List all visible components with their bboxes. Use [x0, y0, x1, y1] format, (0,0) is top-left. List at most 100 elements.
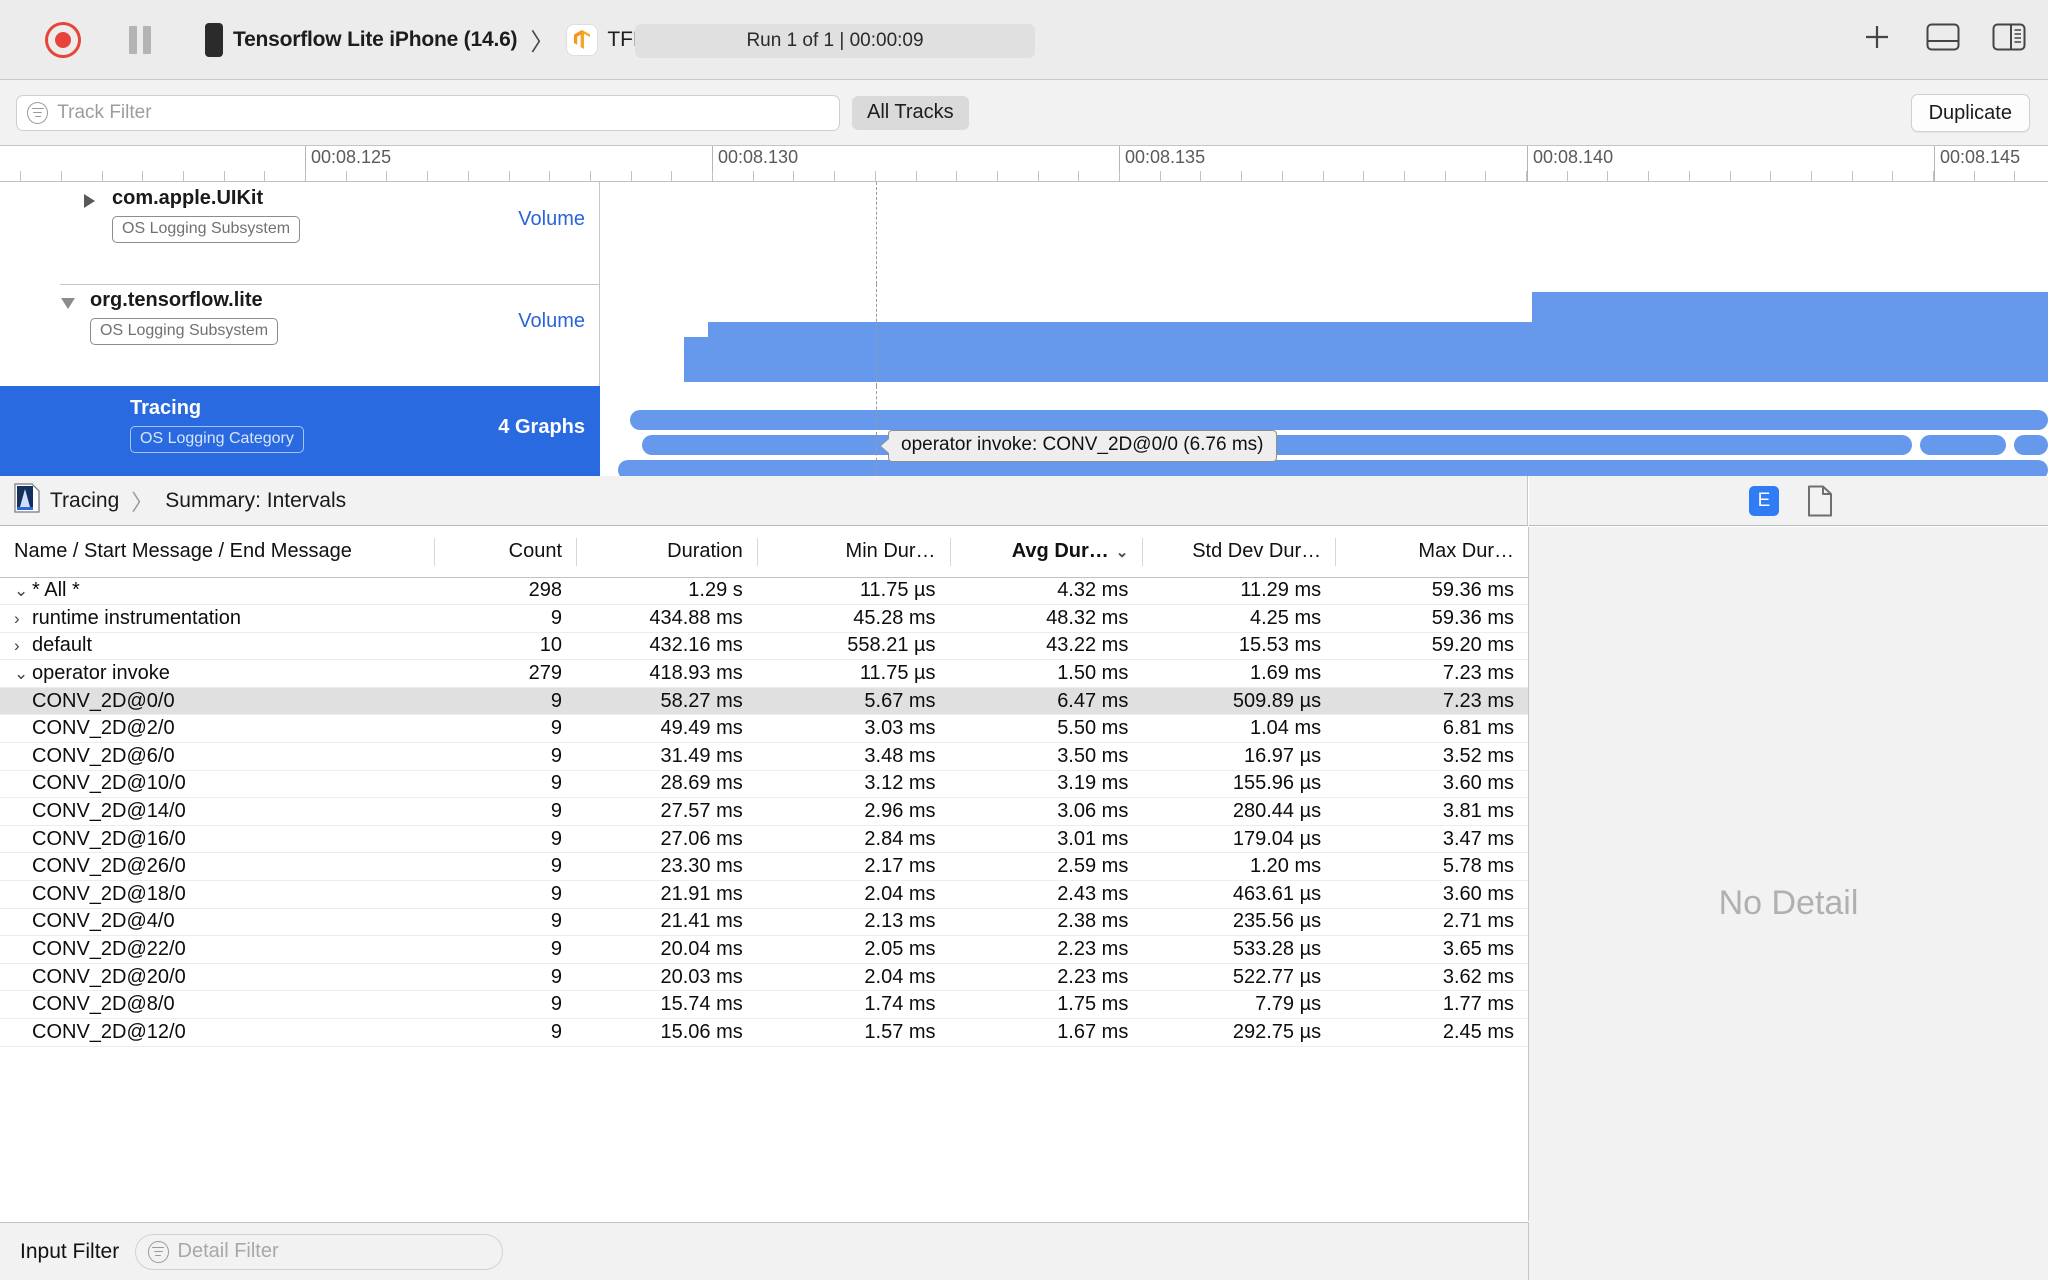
row-avg-duration-cell: 3.06 ms [949, 797, 1143, 826]
table-row[interactable]: CONV_2D@14/0 9 27.57 ms 2.96 ms 3.06 ms 280.4… [0, 797, 1528, 826]
interval-bar[interactable] [2014, 435, 2048, 455]
detail-filter-input[interactable] [177, 1240, 491, 1263]
all-tracks-button[interactable]: All Tracks [852, 95, 969, 130]
table-row[interactable]: CONV_2D@18/0 9 21.91 ms 2.04 ms 2.43 ms 463.6… [0, 880, 1528, 909]
row-name-cell[interactable]: CONV_2D@18/0 [0, 880, 434, 909]
row-name-cell[interactable]: › default [0, 632, 434, 661]
row-name-cell[interactable]: CONV_2D@8/0 [0, 990, 434, 1019]
column-header-name[interactable]: Name / Start Message / End Message [0, 527, 434, 578]
right-sidebar-icon[interactable] [1992, 20, 2026, 54]
playhead-marker[interactable] [876, 386, 877, 476]
table-row[interactable]: › default 10 432.16 ms 558.21 µs 43.22 ms 15.5… [0, 632, 1528, 661]
row-name-cell[interactable]: › runtime instrumentation [0, 604, 434, 633]
column-header-duration[interactable]: Duration [576, 527, 757, 578]
row-name-cell[interactable]: CONV_2D@14/0 [0, 797, 434, 826]
extension-badge-icon[interactable]: E [1749, 485, 1779, 516]
row-min-duration-cell: 3.03 ms [756, 714, 950, 744]
table-row[interactable]: CONV_2D@22/0 9 20.04 ms 2.05 ms 2.23 ms 533.2… [0, 935, 1528, 964]
row-duration-cell: 23.30 ms [576, 852, 757, 882]
document-icon[interactable] [1807, 485, 1833, 517]
breadcrumb-leaf[interactable]: Summary: Intervals [165, 489, 346, 513]
track-row-tracing[interactable]: Tracing OS Logging Category 4 Graphs ope… [0, 386, 2048, 476]
row-name-cell[interactable]: ⌄ * All * [0, 577, 434, 606]
tracks-area: com.apple.UIKit OS Logging Subsystem Vol… [0, 182, 2048, 476]
row-name-cell[interactable]: CONV_2D@4/0 [0, 908, 434, 937]
interval-bar[interactable] [630, 410, 2048, 430]
row-min-duration-cell: 2.17 ms [756, 852, 950, 882]
volume-bar-segment[interactable] [684, 337, 708, 382]
duplicate-button[interactable]: Duplicate [1910, 94, 2030, 132]
track-value-label: Volume [518, 208, 585, 230]
row-disclosure-icon[interactable]: ⌄ [14, 581, 32, 601]
row-name-cell[interactable]: CONV_2D@2/0 [0, 714, 434, 744]
table-row[interactable]: CONV_2D@20/0 9 20.03 ms 2.04 ms 2.23 ms 522.7… [0, 963, 1528, 992]
table-row[interactable]: CONV_2D@10/0 9 28.69 ms 3.12 ms 3.19 ms 155.9… [0, 770, 1528, 799]
row-std-dev-cell: 280.44 µs [1142, 797, 1336, 826]
horizontal-split-icon[interactable] [1926, 20, 1960, 54]
table-row[interactable]: CONV_2D@16/0 9 27.06 ms 2.84 ms 3.01 ms 179.0… [0, 825, 1528, 854]
track-name: com.apple.UIKit [112, 187, 264, 209]
pause-button[interactable] [127, 25, 153, 55]
row-name-cell[interactable]: CONV_2D@10/0 [0, 770, 434, 799]
record-circle-icon [55, 31, 71, 48]
track-filter-input[interactable] [57, 101, 829, 124]
interval-bar[interactable] [642, 435, 1912, 455]
row-disclosure-icon[interactable]: ⌄ [14, 664, 32, 684]
row-name-cell[interactable]: CONV_2D@12/0 [0, 1018, 434, 1047]
volume-bar-segment[interactable] [708, 322, 2048, 382]
track-lane[interactable] [600, 182, 2048, 284]
plus-icon[interactable] [1860, 20, 1894, 54]
track-header[interactable]: com.apple.UIKit OS Logging Subsystem Vol… [0, 182, 600, 284]
track-header[interactable]: org.tensorflow.lite OS Logging Subsystem… [0, 284, 600, 386]
row-avg-duration-cell: 2.43 ms [949, 880, 1143, 909]
row-duration-cell: 1.29 s [576, 577, 757, 606]
table-row[interactable]: CONV_2D@26/0 9 23.30 ms 2.17 ms 2.59 ms 1.20 … [0, 852, 1528, 882]
timeline-ruler[interactable]: 00:08.125 00:08.130 00:08.135 00:08.140 … [0, 146, 2048, 182]
row-disclosure-icon[interactable]: › [14, 636, 32, 656]
table-row[interactable]: ⌄ * All * 298 1.29 s 11.75 µs 4.32 ms 11.29 ms… [0, 577, 1528, 606]
row-duration-cell: 20.04 ms [576, 935, 757, 964]
row-name-cell[interactable]: CONV_2D@20/0 [0, 963, 434, 992]
column-header-std-dev-duration[interactable]: Std Dev Dur… [1142, 527, 1336, 578]
detail-filter-field[interactable] [135, 1233, 504, 1270]
column-header-count[interactable]: Count [433, 527, 576, 578]
track-filter-field[interactable] [16, 94, 840, 131]
row-disclosure-icon[interactable]: › [14, 609, 32, 629]
table-row[interactable]: CONV_2D@4/0 9 21.41 ms 2.13 ms 2.38 ms 235.56… [0, 908, 1528, 937]
interval-bar[interactable] [1920, 435, 2006, 455]
row-max-duration-cell: 59.20 ms [1335, 632, 1528, 661]
column-header-max-duration[interactable]: Max Dur… [1335, 527, 1528, 578]
triangle-right-icon[interactable] [84, 194, 95, 208]
run-status-display[interactable]: Run 1 of 1 | 00:00:09 [635, 24, 1035, 58]
summary-table-container[interactable]: Name / Start Message / End Message Count… [0, 527, 1529, 1221]
row-duration-cell: 28.69 ms [576, 770, 757, 799]
track-name: org.tensorflow.lite [90, 289, 263, 311]
row-name-cell[interactable]: CONV_2D@16/0 [0, 825, 434, 854]
column-header-min-duration[interactable]: Min Dur… [756, 527, 950, 578]
row-name-cell[interactable]: CONV_2D@26/0 [0, 852, 434, 882]
row-name-cell[interactable]: CONV_2D@0/0 [0, 687, 434, 716]
row-max-duration-cell: 3.81 ms [1335, 797, 1528, 826]
table-row[interactable]: ⌄ operator invoke 279 418.93 ms 11.75 µs 1.50… [0, 659, 1528, 688]
row-name-cell[interactable]: CONV_2D@6/0 [0, 742, 434, 771]
triangle-down-icon[interactable] [61, 298, 75, 309]
table-row[interactable]: CONV_2D@8/0 9 15.74 ms 1.74 ms 1.75 ms 7.79 µ… [0, 990, 1528, 1019]
table-row[interactable]: CONV_2D@6/0 9 31.49 ms 3.48 ms 3.50 ms 16.97 … [0, 742, 1528, 771]
breadcrumb-root[interactable]: Tracing [50, 489, 119, 513]
track-row-uikit[interactable]: com.apple.UIKit OS Logging Subsystem Vol… [0, 182, 2048, 284]
record-button[interactable] [45, 21, 81, 58]
interval-bar[interactable] [618, 460, 2048, 476]
track-row-tensorflow[interactable]: org.tensorflow.lite OS Logging Subsystem… [0, 284, 2048, 386]
track-lane[interactable] [600, 284, 2048, 386]
track-header[interactable]: Tracing OS Logging Category 4 Graphs [0, 386, 600, 476]
table-row[interactable]: CONV_2D@0/0 9 58.27 ms 5.67 ms 6.47 ms 509.89… [0, 687, 1528, 716]
column-header-avg-duration[interactable]: Avg Dur… ⌄ [949, 527, 1143, 578]
playhead-marker[interactable] [876, 284, 877, 386]
table-row[interactable]: › runtime instrumentation 9 434.88 ms 45.28 … [0, 604, 1528, 633]
row-name-cell[interactable]: CONV_2D@22/0 [0, 935, 434, 964]
track-lane[interactable]: operator invoke: CONV_2D@0/0 (6.76 ms) [600, 386, 2048, 476]
playhead-marker[interactable] [876, 182, 877, 284]
table-row[interactable]: CONV_2D@2/0 9 49.49 ms 3.03 ms 5.50 ms 1.04 m… [0, 714, 1528, 744]
table-row[interactable]: CONV_2D@12/0 9 15.06 ms 1.57 ms 1.67 ms 292.7… [0, 1018, 1528, 1047]
row-name-cell[interactable]: ⌄ operator invoke [0, 659, 434, 688]
